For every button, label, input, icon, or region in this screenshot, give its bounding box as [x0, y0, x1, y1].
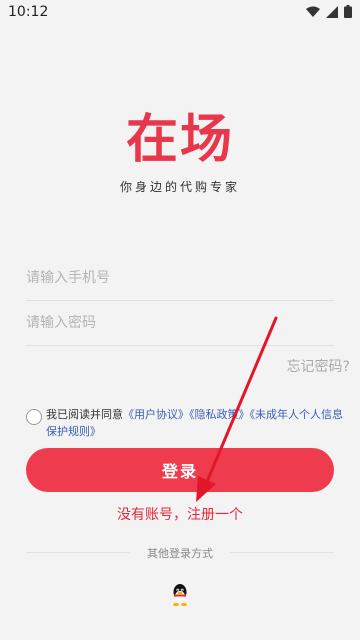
login-button[interactable]: 登录 [26, 448, 334, 492]
battery-icon [344, 5, 352, 18]
register-link[interactable]: 没有账号，注册一个 [0, 504, 360, 524]
divider [230, 552, 334, 553]
user-agreement-link[interactable]: 《用户协议》 [123, 408, 189, 421]
agreement-checkbox[interactable] [26, 409, 42, 425]
password-field-wrapper [26, 301, 334, 345]
phone-field-wrapper [26, 256, 334, 300]
qq-icon[interactable] [170, 583, 190, 607]
agreement-text: 我已阅读并同意《用户协议》《隐私政策》《未成年人个人信息保护规则》 [46, 406, 346, 440]
phone-input[interactable] [26, 256, 334, 300]
forgot-password-link[interactable]: 忘记密码? [287, 356, 350, 376]
agreement-prefix: 我已阅读并同意 [46, 408, 123, 421]
other-login-label: 其他登录方式 [147, 547, 213, 560]
wifi-icon [306, 6, 320, 17]
status-bar-icons [306, 5, 352, 18]
password-input[interactable] [26, 301, 334, 345]
app-logo: 在场 [125, 110, 234, 170]
app-slogan: 你身边的代购专家 [119, 180, 240, 194]
divider [26, 345, 334, 346]
privacy-policy-link[interactable]: 《隐私政策》 [189, 408, 250, 421]
status-bar-time: 10:12 [8, 4, 49, 20]
signal-icon [326, 5, 338, 18]
